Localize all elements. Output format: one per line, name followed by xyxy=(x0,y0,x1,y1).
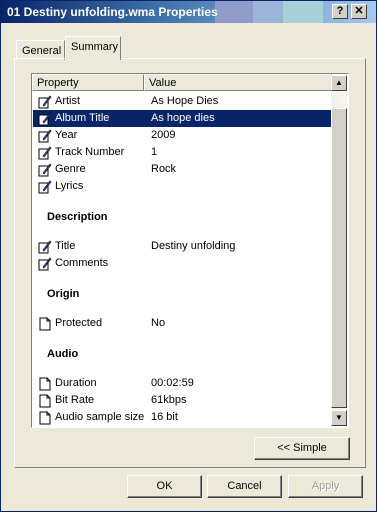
help-icon: ? xyxy=(336,5,344,17)
list-item-comments[interactable]: Comments xyxy=(33,255,333,272)
vertical-scrollbar[interactable]: ▲ ▼ xyxy=(331,75,347,426)
scroll-down-button[interactable]: ▼ xyxy=(331,410,347,426)
scroll-up-button[interactable]: ▲ xyxy=(331,75,347,91)
window-title: 01 Destiny unfolding.wma Properties xyxy=(7,5,218,19)
edit-icon xyxy=(38,129,52,143)
cancel-button[interactable]: Cancel xyxy=(207,475,282,498)
edit-icon xyxy=(38,180,52,194)
document-icon xyxy=(39,317,51,331)
ok-button[interactable]: OK xyxy=(127,475,202,498)
arrow-down-icon: ▼ xyxy=(335,413,343,422)
section-heading-origin: Origin xyxy=(47,288,80,300)
list-item-bit-rate[interactable]: Bit Rate 61kbps xyxy=(33,392,333,409)
column-header-property[interactable]: Property xyxy=(32,74,144,91)
edit-icon xyxy=(38,146,52,160)
close-button[interactable]: ✕ xyxy=(351,4,367,19)
document-icon xyxy=(39,411,51,425)
list-item-artist[interactable]: Artist As Hope Dies xyxy=(33,93,333,110)
list-item-duration[interactable]: Duration 00:02:59 xyxy=(33,375,333,392)
document-icon xyxy=(39,377,51,391)
edit-icon xyxy=(38,112,52,126)
list-item-genre[interactable]: Genre Rock xyxy=(33,161,333,178)
close-icon: ✕ xyxy=(354,5,364,17)
tab-summary[interactable]: Summary xyxy=(65,36,121,60)
title-bar[interactable]: 01 Destiny unfolding.wma Properties ? ✕ xyxy=(1,1,376,23)
edit-icon xyxy=(38,163,52,177)
column-header-value[interactable]: Value xyxy=(144,74,332,91)
list-item-protected[interactable]: Protected No xyxy=(33,315,333,332)
tab-general-label: General xyxy=(22,45,62,57)
simple-button[interactable]: << Simple xyxy=(254,437,350,460)
list-item-title[interactable]: Title Destiny unfolding xyxy=(33,238,333,255)
arrow-up-icon: ▲ xyxy=(335,78,343,87)
apply-button[interactable]: Apply xyxy=(288,475,363,498)
list-item-lyrics[interactable]: Lyrics xyxy=(33,178,333,195)
properties-list[interactable]: Property Value Artist As Hope Dies Album… xyxy=(31,73,349,428)
scrollbar-thumb[interactable] xyxy=(331,108,347,408)
edit-icon xyxy=(38,240,52,254)
edit-icon xyxy=(38,95,52,109)
list-item-track-number[interactable]: Track Number 1 xyxy=(33,144,333,161)
list-item-audio-sample-size[interactable]: Audio sample size 16 bit xyxy=(33,409,333,426)
properties-dialog: 01 Destiny unfolding.wma Properties ? ✕ … xyxy=(0,0,377,512)
section-heading-description: Description xyxy=(47,211,108,223)
title-bar-decoration xyxy=(283,1,323,23)
title-bar-decoration xyxy=(215,1,253,23)
help-button[interactable]: ? xyxy=(332,4,348,19)
edit-icon xyxy=(38,257,52,271)
tab-general[interactable]: General xyxy=(16,40,65,60)
list-item-album-title[interactable]: Album Title As hope dies xyxy=(33,110,333,127)
list-item-year[interactable]: Year 2009 xyxy=(33,127,333,144)
document-icon xyxy=(39,394,51,408)
tab-summary-label: Summary xyxy=(71,41,119,53)
title-bar-decoration xyxy=(253,1,283,23)
section-heading-audio: Audio xyxy=(47,348,79,360)
